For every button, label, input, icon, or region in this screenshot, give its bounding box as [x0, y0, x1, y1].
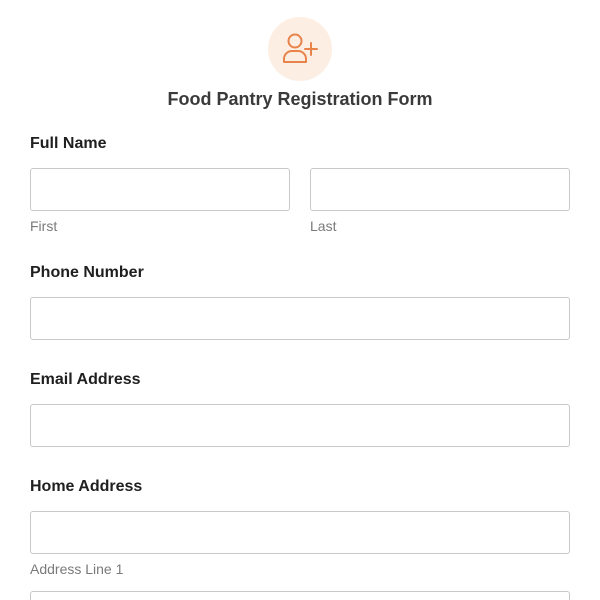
- first-name-input[interactable]: [30, 168, 290, 211]
- header-icon-badge: [268, 17, 332, 81]
- address-line2-input[interactable]: [30, 591, 570, 600]
- last-name-sublabel: Last: [310, 218, 337, 234]
- full-name-label: Full Name: [30, 135, 107, 152]
- form-title: Food Pantry Registration Form: [167, 89, 433, 109]
- email-address-label: Email Address: [30, 371, 141, 388]
- user-plus-icon: [283, 33, 318, 63]
- address-line1-input[interactable]: [30, 511, 570, 554]
- phone-number-label: Phone Number: [30, 264, 144, 281]
- address-line1-sublabel: Address Line 1: [30, 561, 124, 577]
- home-address-label: Home Address: [30, 478, 143, 495]
- last-name-input[interactable]: [310, 168, 570, 211]
- phone-number-input[interactable]: [30, 297, 570, 340]
- email-address-input[interactable]: [30, 404, 570, 447]
- first-name-sublabel: First: [30, 218, 58, 234]
